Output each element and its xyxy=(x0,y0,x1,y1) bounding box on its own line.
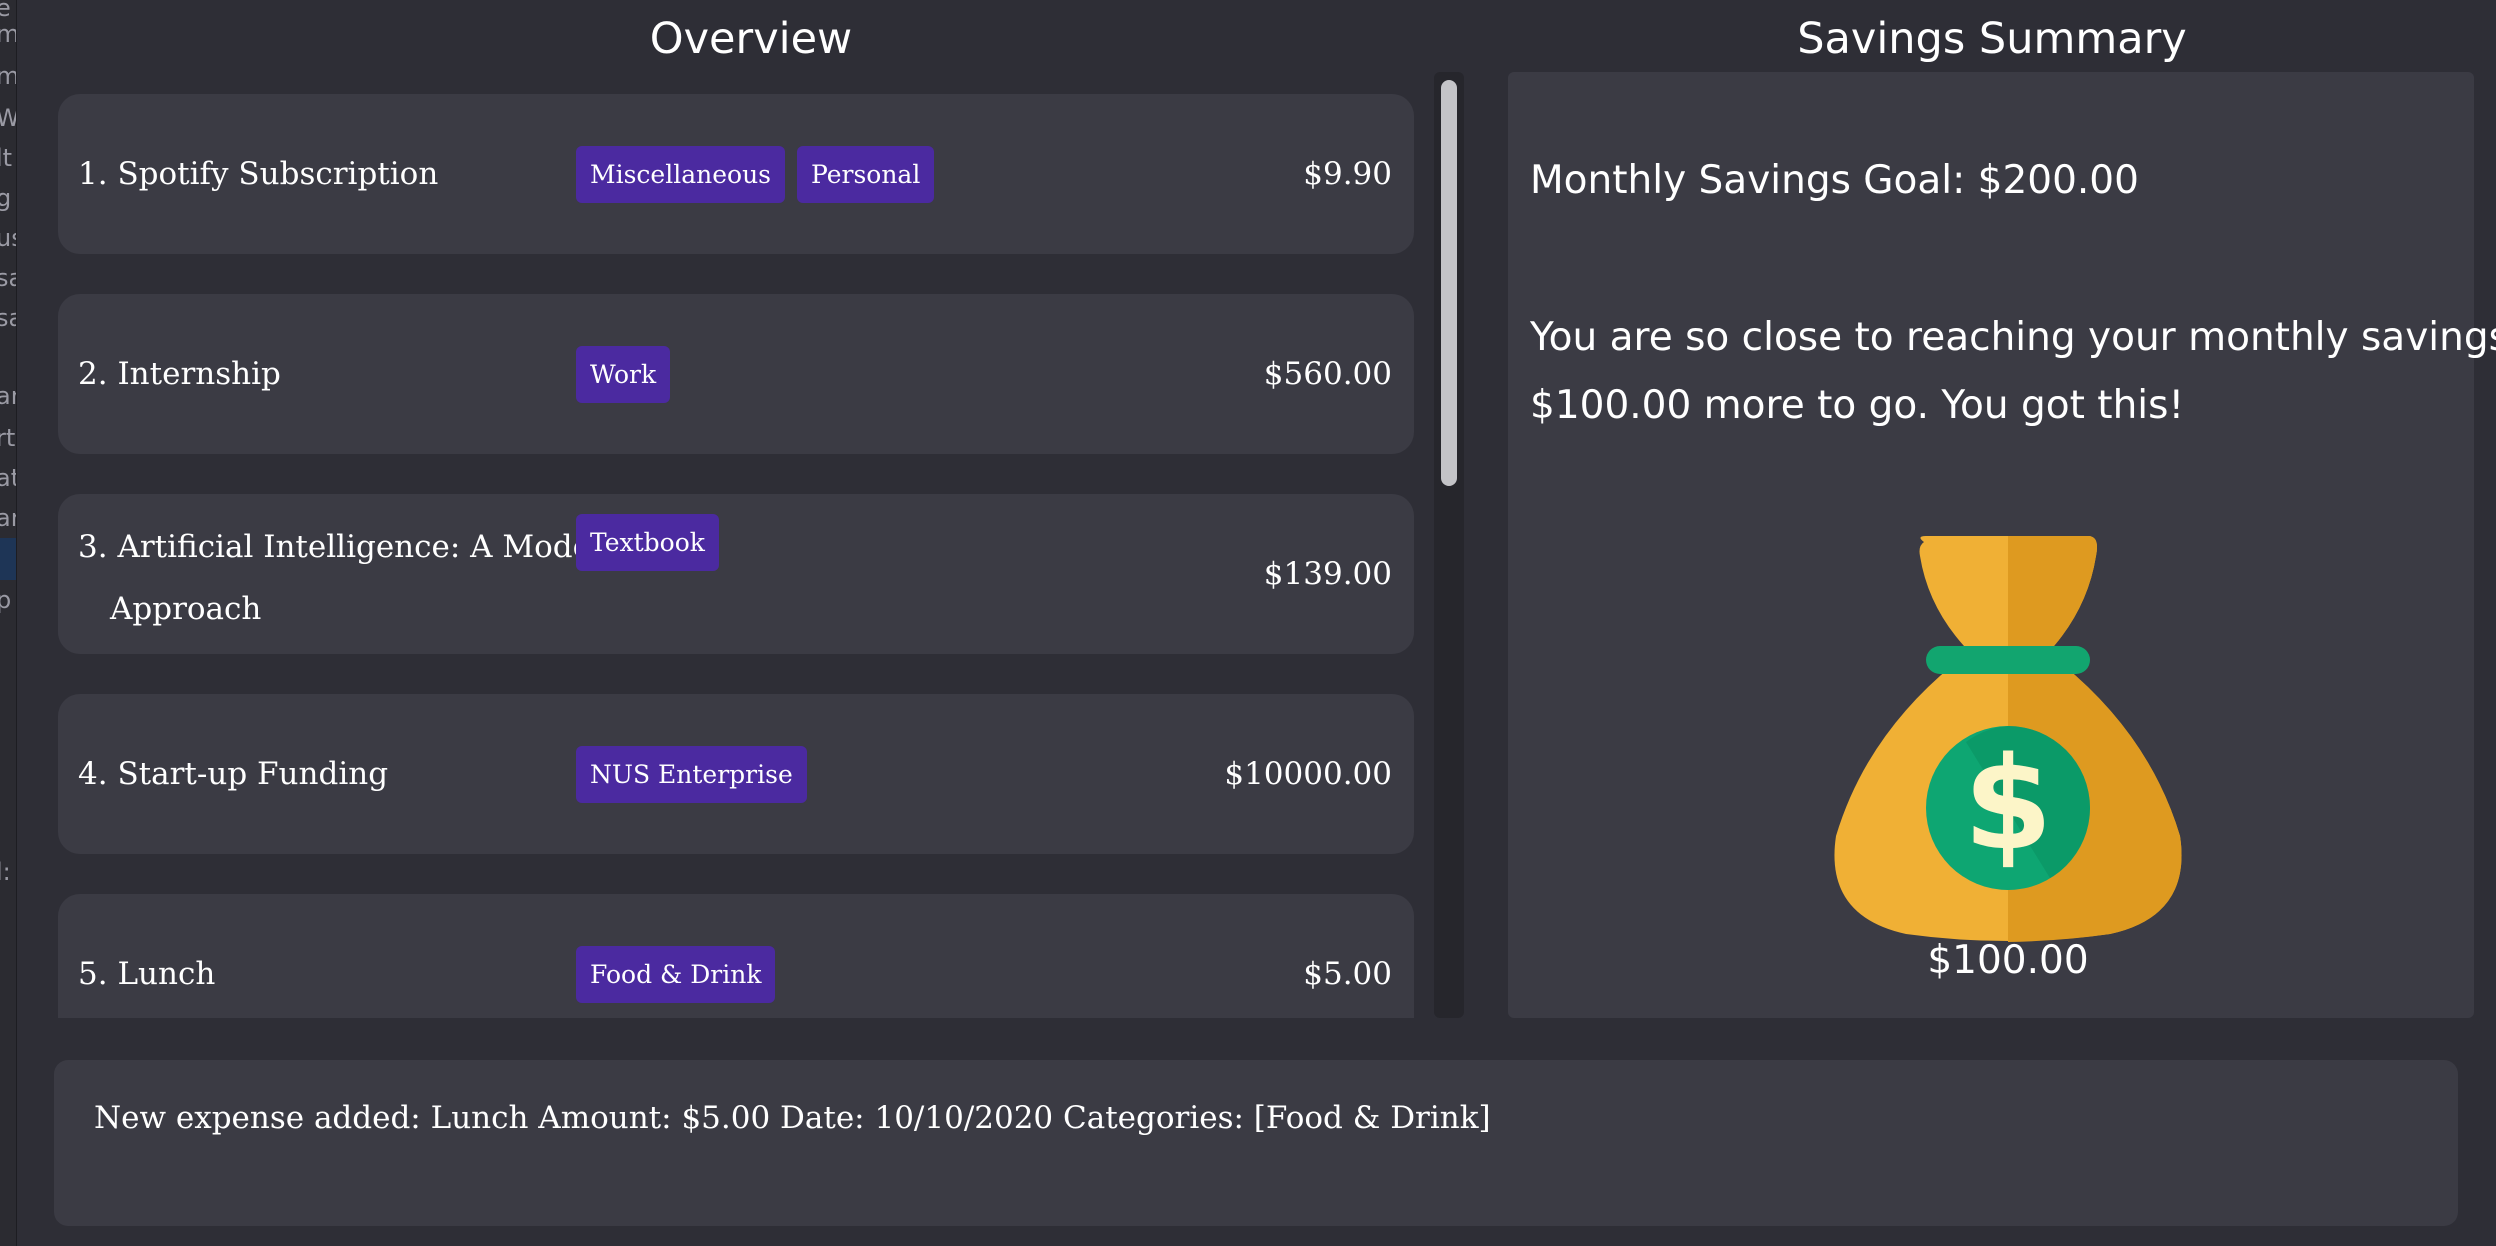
background-text-fragment: us xyxy=(0,224,16,252)
background-text-fragment: g xyxy=(0,184,11,212)
expense-name: 2. Internship xyxy=(78,294,622,454)
monthly-savings-goal: Monthly Savings Goal: $200.00 xyxy=(1530,158,2139,203)
background-text-fragment: l: xyxy=(0,858,11,886)
background-selection-highlight xyxy=(0,538,16,580)
background-text-fragment: e xyxy=(0,0,11,22)
expense-card[interactable]: 5. Lunch Food & Drink $5.00 xyxy=(58,894,1414,1018)
background-text-fragment: sa xyxy=(0,264,16,292)
expense-name: 3. Artificial Intelligence: A Modern App… xyxy=(78,516,626,676)
category-tag: Work xyxy=(576,345,671,403)
expense-index: 3. xyxy=(78,529,108,565)
expense-tags: NUS Enterprise xyxy=(576,694,807,854)
savings-encouragement: You are so close to reaching your monthl… xyxy=(1530,304,2496,440)
expense-description: Internship xyxy=(117,356,281,392)
category-tag: Miscellaneous xyxy=(576,145,785,203)
category-tag: Personal xyxy=(797,145,935,203)
expense-description: Spotify Subscription xyxy=(117,156,439,192)
background-text-fragment: at xyxy=(0,464,16,492)
expense-card[interactable]: 1. Spotify Subscription Miscellaneous Pe… xyxy=(58,94,1414,254)
expense-index: 2. xyxy=(78,356,108,392)
savings-summary-panel: Monthly Savings Goal: $200.00 You are so… xyxy=(1508,72,2496,1018)
expense-amount: $5.00 xyxy=(1303,956,1392,992)
background-text-fragment: W xyxy=(0,104,16,132)
category-tag: Textbook xyxy=(576,514,719,571)
expense-tags: Textbook xyxy=(576,514,719,674)
expense-list-scrollbar[interactable] xyxy=(1434,72,1464,1018)
background-text-fragment: sa xyxy=(0,304,16,332)
scrollbar-thumb[interactable] xyxy=(1441,80,1457,486)
encouragement-line: You are so close to reaching your monthl… xyxy=(1530,315,2496,360)
expense-amount: $10000.00 xyxy=(1224,756,1392,792)
result-display: New expense added: Lunch Amount: $5.00 D… xyxy=(54,1060,2458,1226)
expense-tags: Miscellaneous Personal xyxy=(576,94,935,254)
expense-description: Start-up Funding xyxy=(117,756,389,792)
category-tag: NUS Enterprise xyxy=(576,745,807,803)
expense-amount: $560.00 xyxy=(1263,356,1392,392)
background-text-fragment: p xyxy=(0,586,11,614)
expense-name: 5. Lunch xyxy=(78,894,622,1018)
expense-list[interactable]: 1. Spotify Subscription Miscellaneous Pe… xyxy=(52,76,1432,1018)
expense-description: Artificial Intelligence: A Modern xyxy=(117,529,626,565)
expense-tags: Work xyxy=(576,294,671,454)
expense-card[interactable]: 4. Start-up Funding NUS Enterprise $1000… xyxy=(58,694,1414,854)
background-text-fragment: rt xyxy=(0,424,16,452)
encouragement-line: $100.00 more to go. You got this! xyxy=(1530,383,2185,428)
saved-amount: $100.00 xyxy=(1927,938,2089,983)
expense-index: 1. xyxy=(78,156,108,192)
background-text-fragment: m xyxy=(0,62,16,90)
expense-index: 4. xyxy=(78,756,108,792)
expense-card[interactable]: 2. Internship Work $560.00 xyxy=(58,294,1414,454)
savings-summary-title: Savings Summary xyxy=(1797,14,2187,64)
money-bag-icon: $ xyxy=(1834,536,2182,942)
background-text-fragment: m xyxy=(0,20,16,48)
expense-name: 4. Start-up Funding xyxy=(78,694,622,854)
background-text-fragment: an xyxy=(0,382,16,410)
svg-text:$: $ xyxy=(1963,730,2052,879)
background-text-fragment: lt xyxy=(0,144,13,172)
background-window-strip: e m m W lt g us sa sa an rt at ar p l: xyxy=(0,0,17,1246)
expense-description-continued: Approach xyxy=(110,591,262,627)
expense-index: 5. xyxy=(78,956,108,992)
expense-amount: $139.00 xyxy=(1263,556,1392,592)
expense-tags: Food & Drink xyxy=(576,894,776,1018)
expense-amount: $9.90 xyxy=(1303,156,1392,192)
category-tag: Food & Drink xyxy=(576,945,776,1003)
background-text-fragment: ar xyxy=(0,504,16,532)
overview-title: Overview xyxy=(649,14,853,64)
expense-card[interactable]: 3. Artificial Intelligence: A Modern App… xyxy=(58,494,1414,654)
expense-name: 1. Spotify Subscription xyxy=(78,94,622,254)
result-message: New expense added: Lunch Amount: $5.00 D… xyxy=(94,1100,1491,1136)
expense-description: Lunch xyxy=(117,956,216,992)
